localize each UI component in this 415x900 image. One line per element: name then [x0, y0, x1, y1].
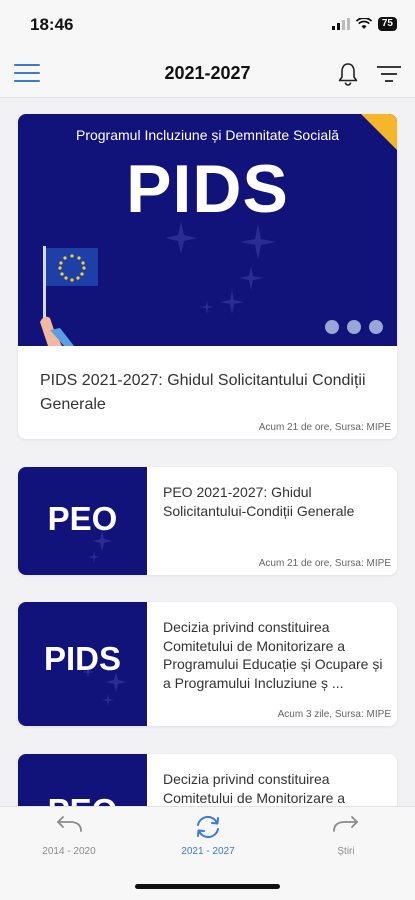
- article-meta: Acum 3 zile, Sursa: MIPE: [277, 709, 391, 720]
- banner-title: PIDS: [126, 151, 289, 227]
- article-title: PEO 2021-2027: Ghidul Solicitantului-Con…: [163, 484, 355, 519]
- battery-icon: 75: [377, 17, 397, 31]
- tab-2021-2027[interactable]: 2021 - 2027: [148, 815, 268, 857]
- tab-label: 2014 - 2020: [42, 846, 96, 857]
- bell-icon[interactable]: [335, 61, 361, 87]
- tab-stiri[interactable]: Știri: [286, 815, 406, 857]
- forward-arrow-icon: [333, 816, 358, 832]
- signal-icon: [331, 18, 350, 30]
- refresh-icon: [197, 815, 219, 839]
- featured-article-title: PIDS 2021-2027: Ghidul Solicitantului Co…: [40, 372, 366, 413]
- banner-subtitle: Programul Incluziune și Demnitate Social…: [75, 127, 339, 143]
- featured-article-card[interactable]: Programul Incluziune și Demnitate Social…: [18, 114, 397, 439]
- article-thumbnail: PIDS: [18, 602, 147, 726]
- tab-label: 2021 - 2027: [181, 846, 235, 857]
- app-header: 2021-2027: [0, 50, 415, 98]
- status-icons: 75: [331, 17, 397, 31]
- article-title: Decizia privind constituirea Comitetului…: [163, 619, 383, 691]
- article-thumbnail-text: PEO: [47, 500, 118, 537]
- eu-flag-icon: [40, 246, 98, 346]
- status-time: 18:46: [30, 15, 74, 34]
- carousel-dot[interactable]: [369, 320, 383, 334]
- article-thumbnail-text: PIDS: [43, 640, 122, 677]
- carousel-dot[interactable]: [325, 320, 339, 334]
- featured-banner: Programul Incluziune și Demnitate Social…: [18, 114, 397, 346]
- carousel-dots[interactable]: [325, 320, 383, 334]
- news-feed[interactable]: Programul Incluziune și Demnitate Social…: [0, 99, 415, 806]
- featured-article-meta: Acum 21 de ore, Sursa: MIPE: [258, 422, 391, 433]
- article-card[interactable]: PEO Decizia privind constituirea Comitet…: [18, 754, 397, 806]
- article-thumbnail: PEO: [18, 754, 147, 806]
- article-thumbnail: PEO: [18, 467, 147, 575]
- article-meta: Acum 21 de ore, Sursa: MIPE: [258, 558, 391, 569]
- filter-icon[interactable]: [376, 64, 402, 84]
- article-thumbnail-text: PEO: [18, 792, 147, 806]
- article-card[interactable]: PEO PEO 2021-2027: Ghidul Solicitantului…: [18, 467, 397, 575]
- tab-label: Știri: [337, 846, 355, 857]
- article-title: Decizia privind constituirea Comitetului…: [163, 771, 346, 806]
- status-bar: 18:46 75: [0, 0, 415, 50]
- tab-2014-2020[interactable]: 2014 - 2020: [9, 815, 129, 857]
- wifi-icon: [355, 18, 372, 29]
- home-indicator: [135, 884, 280, 889]
- carousel-dot[interactable]: [347, 320, 361, 334]
- article-card[interactable]: PIDS Decizia privind constituirea Comite…: [18, 602, 397, 726]
- back-arrow-icon: [57, 816, 82, 832]
